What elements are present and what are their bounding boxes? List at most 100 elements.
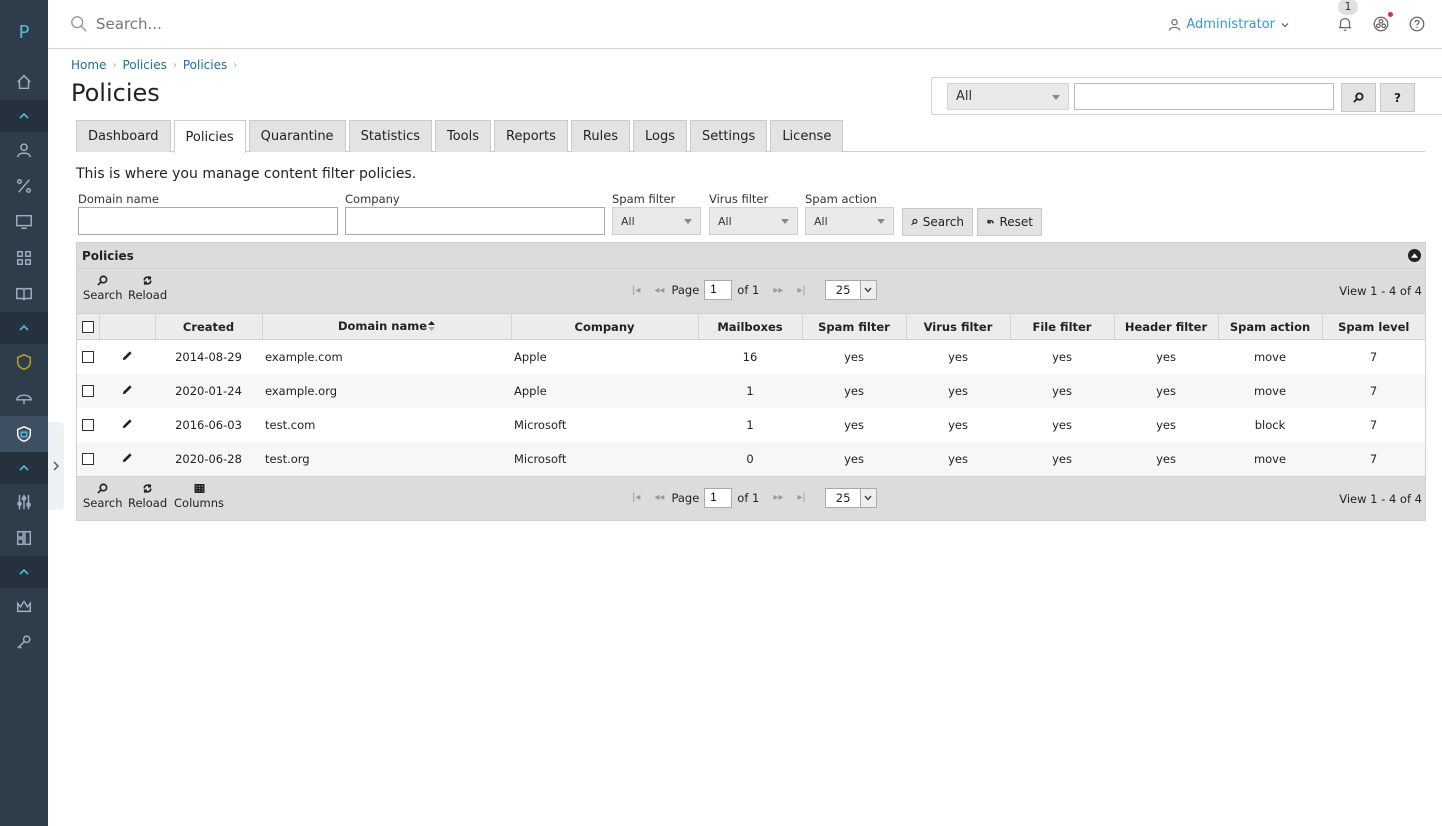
company-filter-input[interactable]: [345, 207, 605, 235]
grid-search-tool[interactable]: Search: [83, 275, 123, 302]
prev-page-icon[interactable]: ◂◂: [654, 285, 664, 296]
edit-pencil-icon[interactable]: [99, 441, 155, 476]
key-icon[interactable]: [0, 624, 48, 660]
umbrella-icon[interactable]: [0, 380, 48, 416]
quick-search-scope-select[interactable]: All: [947, 83, 1069, 110]
table-row[interactable]: 2020-06-28 test.org Microsoft 0 yes yes …: [77, 441, 1425, 476]
top-pager: Search Reload |◂ ◂◂ Page of 1 ▸▸ ▸| 25 V…: [77, 269, 1425, 313]
row-checkbox[interactable]: [82, 385, 94, 397]
column-header-spam-level[interactable]: Spam level: [1322, 313, 1425, 340]
filter-reset-button[interactable]: Reset: [977, 208, 1042, 236]
domain-name-filter-input[interactable]: [78, 207, 338, 235]
notification-badge: 1: [1338, 0, 1358, 15]
search-icon: [97, 275, 108, 286]
monitor-icon[interactable]: [0, 204, 48, 240]
column-header-file-filter[interactable]: File filter: [1010, 313, 1115, 340]
apps-grid-icon[interactable]: [0, 240, 48, 276]
shield-icon[interactable]: [0, 344, 48, 380]
domain-name-label: Domain name: [78, 192, 159, 206]
page-of-label: of 1: [737, 490, 760, 505]
breadcrumb-policies[interactable]: Policies: [122, 58, 166, 72]
page-size-select[interactable]: 25: [824, 280, 877, 300]
app-logo[interactable]: P: [0, 0, 48, 64]
tab-reports[interactable]: Reports: [494, 120, 568, 152]
grid-reload-tool[interactable]: Reload: [128, 483, 167, 510]
next-page-icon[interactable]: ▸▸: [773, 492, 783, 503]
tab-policies[interactable]: Policies: [173, 120, 246, 153]
row-checkbox[interactable]: [82, 453, 94, 465]
edit-pencil-icon[interactable]: [99, 408, 155, 442]
book-icon[interactable]: [0, 276, 48, 312]
row-select-cell[interactable]: [77, 340, 99, 374]
row-select-cell[interactable]: [77, 408, 99, 442]
spam-action-select[interactable]: All: [805, 207, 894, 235]
tab-dashboard[interactable]: Dashboard: [76, 120, 171, 152]
crown-icon[interactable]: [0, 588, 48, 624]
grid-columns-tool[interactable]: Columns: [174, 483, 224, 510]
select-all-header[interactable]: [77, 313, 100, 340]
home-icon[interactable]: [0, 64, 48, 100]
help-icon[interactable]: [1408, 15, 1428, 35]
column-header-spam-filter[interactable]: Spam filter: [802, 313, 907, 340]
select-all-checkbox[interactable]: [81, 321, 94, 333]
breadcrumb-policies-current[interactable]: Policies: [183, 58, 227, 72]
quick-search-button[interactable]: [1341, 83, 1376, 112]
collapse-grid-icon[interactable]: [1408, 249, 1421, 262]
virus-filter-select[interactable]: All: [709, 207, 798, 235]
last-page-icon[interactable]: ▸|: [797, 285, 805, 296]
table-row[interactable]: 2020-01-24 example.org Apple 1 yes yes y…: [77, 373, 1425, 408]
tab-rules[interactable]: Rules: [570, 120, 630, 152]
quick-search-help-button[interactable]: ?: [1380, 83, 1415, 112]
edit-pencil-icon[interactable]: [99, 340, 155, 374]
first-page-icon[interactable]: |◂: [632, 285, 640, 296]
row-select-cell[interactable]: [77, 441, 99, 476]
page-number-input[interactable]: [704, 487, 733, 508]
filter-search-button[interactable]: Search: [902, 208, 973, 236]
tab-logs[interactable]: Logs: [632, 120, 687, 152]
edit-pencil-icon[interactable]: [99, 373, 155, 408]
table-row[interactable]: 2016-06-03 test.com Microsoft 1 yes yes …: [77, 408, 1425, 442]
tab-statistics[interactable]: Statistics: [348, 120, 432, 152]
percent-icon[interactable]: [0, 168, 48, 204]
grid-search-tool[interactable]: Search: [83, 483, 123, 510]
global-search-input[interactable]: [96, 15, 496, 33]
edit-column-header: [99, 313, 156, 340]
user-menu[interactable]: Administrator: [1168, 17, 1294, 32]
user-icon[interactable]: [0, 132, 48, 168]
next-page-icon[interactable]: ▸▸: [773, 285, 783, 296]
tab-license[interactable]: License: [770, 120, 844, 152]
tab-tools[interactable]: Tools: [435, 120, 492, 152]
collapse-section-icon[interactable]: [0, 556, 48, 588]
column-header-company[interactable]: Company: [511, 313, 699, 340]
page-size-select[interactable]: 25: [824, 487, 877, 508]
last-page-icon[interactable]: ▸|: [797, 492, 805, 503]
layout-icon[interactable]: [0, 520, 48, 556]
column-header-created[interactable]: Created: [155, 313, 263, 340]
collapse-section-icon[interactable]: [0, 452, 48, 484]
row-checkbox[interactable]: [82, 419, 94, 431]
row-select-cell[interactable]: [77, 373, 99, 408]
tab-quarantine[interactable]: Quarantine: [248, 120, 346, 152]
mail-shield-icon[interactable]: [0, 416, 48, 452]
breadcrumb-home[interactable]: Home: [71, 58, 106, 72]
spam-filter-select[interactable]: All: [612, 207, 701, 235]
column-header-virus-filter[interactable]: Virus filter: [906, 313, 1011, 340]
collapse-section-icon[interactable]: [0, 312, 48, 344]
tab-settings[interactable]: Settings: [689, 120, 768, 152]
first-page-icon[interactable]: |◂: [632, 492, 640, 503]
prev-page-icon[interactable]: ◂◂: [654, 492, 664, 503]
notifications-icon[interactable]: 1: [1336, 0, 1358, 35]
collapse-section-icon[interactable]: [0, 100, 48, 132]
page-label: Page: [671, 283, 700, 297]
column-header-mailboxes[interactable]: Mailboxes: [698, 313, 803, 340]
row-checkbox[interactable]: [82, 351, 94, 364]
page-number-input[interactable]: [704, 280, 733, 300]
sliders-icon[interactable]: [0, 484, 48, 520]
column-header-domain-name[interactable]: Domain name: [262, 313, 512, 340]
column-header-header-filter[interactable]: Header filter: [1114, 313, 1219, 340]
apps-icon[interactable]: [1372, 11, 1393, 35]
quick-search-input[interactable]: [1074, 83, 1334, 110]
table-row[interactable]: 2014-08-29 example.com Apple 16 yes yes …: [77, 340, 1425, 374]
grid-reload-tool[interactable]: Reload: [128, 275, 167, 302]
column-header-spam-action[interactable]: Spam action: [1218, 313, 1323, 340]
